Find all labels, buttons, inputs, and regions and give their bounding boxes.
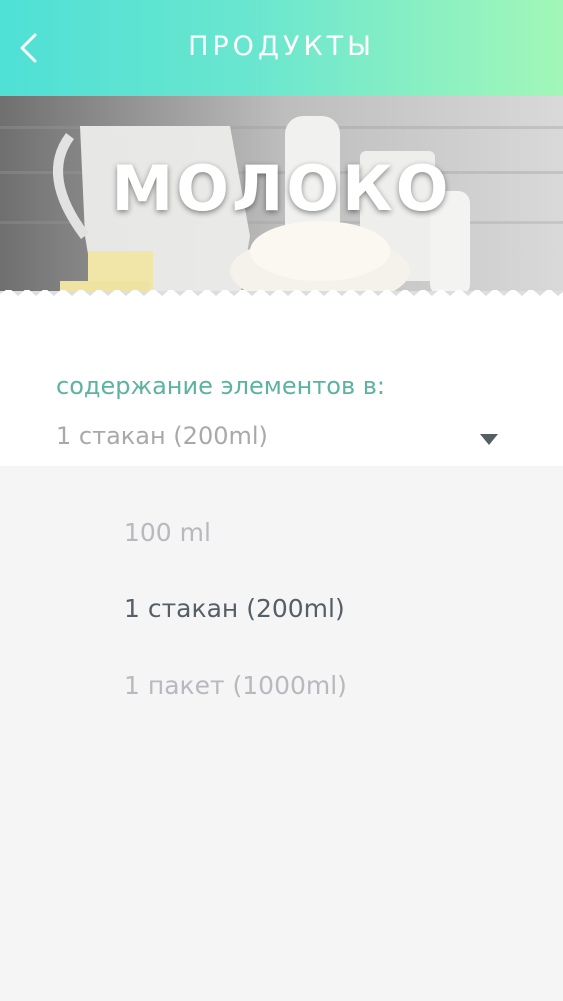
option-100ml[interactable]: 100 ml — [124, 518, 211, 547]
zigzag-edge — [0, 290, 563, 302]
portion-selector-panel: содержание элементов в: 1 стакан (200ml) — [0, 290, 563, 466]
page-title: ПРОДУКТЫ — [188, 31, 375, 62]
caret-down-icon — [480, 434, 498, 445]
product-title: МОЛОКО — [111, 152, 452, 225]
option-pack-1000ml[interactable]: 1 пакет (1000ml) — [124, 671, 347, 700]
product-hero-image: МОЛОКО — [0, 96, 563, 311]
app-header: ПРОДУКТЫ — [0, 0, 563, 96]
contents-label: содержание элементов в: — [56, 372, 385, 400]
portion-select[interactable]: 1 стакан (200ml) — [56, 422, 506, 458]
portion-select-value: 1 стакан (200ml) — [56, 422, 268, 450]
option-glass-200ml[interactable]: 1 стакан (200ml) — [124, 594, 345, 623]
portion-options-list: 100 ml 1 стакан (200ml) 1 пакет (1000ml) — [0, 466, 563, 1001]
